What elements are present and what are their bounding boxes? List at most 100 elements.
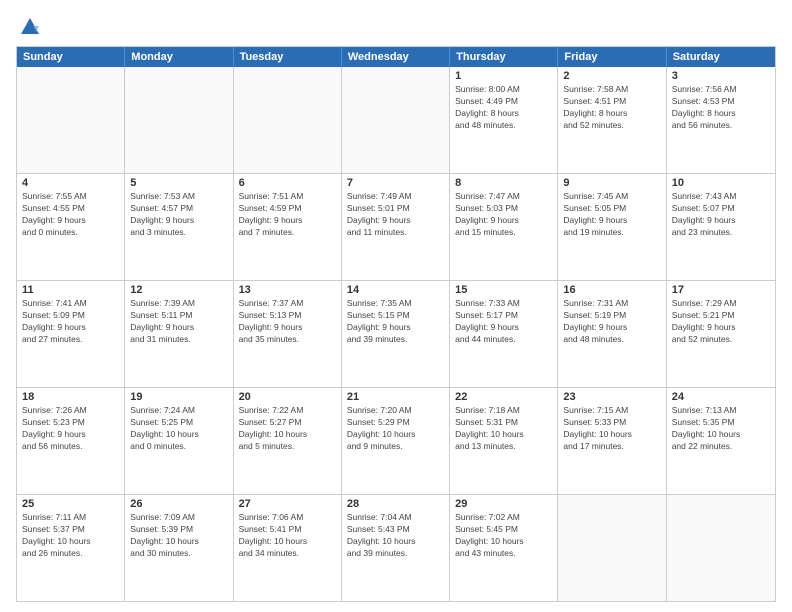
calendar-day-cell: 21 Sunrise: 7:20 AM Sunset: 5:29 PM Dayli…	[342, 388, 450, 494]
calendar-day-cell: 17 Sunrise: 7:29 AM Sunset: 5:21 PM Dayli…	[667, 281, 775, 387]
day-info: Sunrise: 7:09 AM Sunset: 5:39 PM Dayligh…	[130, 512, 227, 560]
day-number: 1	[455, 70, 552, 82]
day-number: 4	[22, 177, 119, 189]
calendar-header-day: Friday	[558, 47, 666, 67]
calendar-header-day: Wednesday	[342, 47, 450, 67]
day-info: Sunrise: 7:06 AM Sunset: 5:41 PM Dayligh…	[239, 512, 336, 560]
day-info: Sunrise: 7:47 AM Sunset: 5:03 PM Dayligh…	[455, 191, 552, 239]
calendar-day-cell: 28 Sunrise: 7:04 AM Sunset: 5:43 PM Dayli…	[342, 495, 450, 601]
calendar-header-day: Tuesday	[234, 47, 342, 67]
day-number: 29	[455, 498, 552, 510]
day-number: 22	[455, 391, 552, 403]
calendar-day-cell: 4 Sunrise: 7:55 AM Sunset: 4:55 PM Daylig…	[17, 174, 125, 280]
day-info: Sunrise: 7:04 AM Sunset: 5:43 PM Dayligh…	[347, 512, 444, 560]
calendar-day-cell: 8 Sunrise: 7:47 AM Sunset: 5:03 PM Daylig…	[450, 174, 558, 280]
day-number: 17	[672, 284, 770, 296]
day-info: Sunrise: 7:31 AM Sunset: 5:19 PM Dayligh…	[563, 298, 660, 346]
logo-icon	[19, 16, 41, 38]
day-number: 23	[563, 391, 660, 403]
day-number: 10	[672, 177, 770, 189]
day-number: 19	[130, 391, 227, 403]
calendar-day-cell: 27 Sunrise: 7:06 AM Sunset: 5:41 PM Dayli…	[234, 495, 342, 601]
calendar-day-cell: 25Sunrise: 7:11 AM Sunset: 5:37 PM Dayli…	[17, 495, 125, 601]
day-info: Sunrise: 8:00 AM Sunset: 4:49 PM Dayligh…	[455, 84, 552, 132]
calendar-day-cell: 14 Sunrise: 7:35 AM Sunset: 5:15 PM Dayli…	[342, 281, 450, 387]
day-info: Sunrise: 7:35 AM Sunset: 5:15 PM Dayligh…	[347, 298, 444, 346]
day-number: 2	[563, 70, 660, 82]
day-info: Sunrise: 7:15 AM Sunset: 5:33 PM Dayligh…	[563, 405, 660, 453]
calendar-day-cell: 5Sunrise: 7:53 AM Sunset: 4:57 PM Daylig…	[125, 174, 233, 280]
day-number: 26	[130, 498, 227, 510]
calendar-header: SundayMondayTuesdayWednesdayThursdayFrid…	[17, 47, 775, 67]
day-number: 21	[347, 391, 444, 403]
day-info: Sunrise: 7:24 AM Sunset: 5:25 PM Dayligh…	[130, 405, 227, 453]
day-number: 15	[455, 284, 552, 296]
day-number: 13	[239, 284, 336, 296]
calendar-week: 25Sunrise: 7:11 AM Sunset: 5:37 PM Dayli…	[17, 495, 775, 601]
day-info: Sunrise: 7:02 AM Sunset: 5:45 PM Dayligh…	[455, 512, 552, 560]
day-number: 12	[130, 284, 227, 296]
calendar-week: 4 Sunrise: 7:55 AM Sunset: 4:55 PM Daylig…	[17, 174, 775, 281]
day-info: Sunrise: 7:33 AM Sunset: 5:17 PM Dayligh…	[455, 298, 552, 346]
calendar-header-day: Thursday	[450, 47, 558, 67]
day-info: Sunrise: 7:56 AM Sunset: 4:53 PM Dayligh…	[672, 84, 770, 132]
calendar-header-day: Monday	[125, 47, 233, 67]
day-info: Sunrise: 7:43 AM Sunset: 5:07 PM Dayligh…	[672, 191, 770, 239]
day-number: 3	[672, 70, 770, 82]
day-number: 27	[239, 498, 336, 510]
day-info: Sunrise: 7:58 AM Sunset: 4:51 PM Dayligh…	[563, 84, 660, 132]
day-number: 5	[130, 177, 227, 189]
day-number: 8	[455, 177, 552, 189]
calendar-week: 1 Sunrise: 8:00 AM Sunset: 4:49 PM Daylig…	[17, 67, 775, 174]
calendar-day-cell: 12 Sunrise: 7:39 AM Sunset: 5:11 PM Dayli…	[125, 281, 233, 387]
logo	[16, 16, 41, 38]
calendar-day-cell: 20Sunrise: 7:22 AM Sunset: 5:27 PM Dayli…	[234, 388, 342, 494]
day-number: 9	[563, 177, 660, 189]
calendar-day-cell: 15 Sunrise: 7:33 AM Sunset: 5:17 PM Dayli…	[450, 281, 558, 387]
calendar-week: 11 Sunrise: 7:41 AM Sunset: 5:09 PM Dayli…	[17, 281, 775, 388]
calendar-day-cell: 19 Sunrise: 7:24 AM Sunset: 5:25 PM Dayli…	[125, 388, 233, 494]
day-number: 28	[347, 498, 444, 510]
day-number: 11	[22, 284, 119, 296]
day-info: Sunrise: 7:49 AM Sunset: 5:01 PM Dayligh…	[347, 191, 444, 239]
day-number: 24	[672, 391, 770, 403]
calendar-day-cell: 26 Sunrise: 7:09 AM Sunset: 5:39 PM Dayli…	[125, 495, 233, 601]
day-info: Sunrise: 7:20 AM Sunset: 5:29 PM Dayligh…	[347, 405, 444, 453]
calendar: SundayMondayTuesdayWednesdayThursdayFrid…	[16, 46, 776, 602]
calendar-day-cell: 1 Sunrise: 8:00 AM Sunset: 4:49 PM Daylig…	[450, 67, 558, 173]
calendar-empty-cell	[17, 67, 125, 173]
day-info: Sunrise: 7:39 AM Sunset: 5:11 PM Dayligh…	[130, 298, 227, 346]
calendar-day-cell: 6Sunrise: 7:51 AM Sunset: 4:59 PM Daylig…	[234, 174, 342, 280]
day-info: Sunrise: 7:55 AM Sunset: 4:55 PM Dayligh…	[22, 191, 119, 239]
calendar-day-cell: 10 Sunrise: 7:43 AM Sunset: 5:07 PM Dayli…	[667, 174, 775, 280]
calendar-day-cell: 29 Sunrise: 7:02 AM Sunset: 5:45 PM Dayli…	[450, 495, 558, 601]
calendar-day-cell: 3 Sunrise: 7:56 AM Sunset: 4:53 PM Daylig…	[667, 67, 775, 173]
day-info: Sunrise: 7:51 AM Sunset: 4:59 PM Dayligh…	[239, 191, 336, 239]
day-info: Sunrise: 7:26 AM Sunset: 5:23 PM Dayligh…	[22, 405, 119, 453]
day-info: Sunrise: 7:11 AM Sunset: 5:37 PM Dayligh…	[22, 512, 119, 560]
day-info: Sunrise: 7:18 AM Sunset: 5:31 PM Dayligh…	[455, 405, 552, 453]
calendar-body: 1 Sunrise: 8:00 AM Sunset: 4:49 PM Daylig…	[17, 67, 775, 601]
calendar-day-cell: 11 Sunrise: 7:41 AM Sunset: 5:09 PM Dayli…	[17, 281, 125, 387]
day-number: 14	[347, 284, 444, 296]
header	[16, 12, 776, 38]
day-info: Sunrise: 7:13 AM Sunset: 5:35 PM Dayligh…	[672, 405, 770, 453]
calendar-empty-cell	[342, 67, 450, 173]
day-info: Sunrise: 7:41 AM Sunset: 5:09 PM Dayligh…	[22, 298, 119, 346]
calendar-empty-cell	[234, 67, 342, 173]
calendar-day-cell: 18 Sunrise: 7:26 AM Sunset: 5:23 PM Dayli…	[17, 388, 125, 494]
calendar-header-day: Saturday	[667, 47, 775, 67]
calendar-header-day: Sunday	[17, 47, 125, 67]
calendar-day-cell: 13Sunrise: 7:37 AM Sunset: 5:13 PM Dayli…	[234, 281, 342, 387]
day-number: 18	[22, 391, 119, 403]
calendar-empty-cell	[667, 495, 775, 601]
day-info: Sunrise: 7:29 AM Sunset: 5:21 PM Dayligh…	[672, 298, 770, 346]
day-number: 7	[347, 177, 444, 189]
day-number: 20	[239, 391, 336, 403]
calendar-day-cell: 7 Sunrise: 7:49 AM Sunset: 5:01 PM Daylig…	[342, 174, 450, 280]
calendar-day-cell: 9 Sunrise: 7:45 AM Sunset: 5:05 PM Daylig…	[558, 174, 666, 280]
day-number: 16	[563, 284, 660, 296]
calendar-day-cell: 22 Sunrise: 7:18 AM Sunset: 5:31 PM Dayli…	[450, 388, 558, 494]
day-info: Sunrise: 7:45 AM Sunset: 5:05 PM Dayligh…	[563, 191, 660, 239]
calendar-day-cell: 2 Sunrise: 7:58 AM Sunset: 4:51 PM Daylig…	[558, 67, 666, 173]
